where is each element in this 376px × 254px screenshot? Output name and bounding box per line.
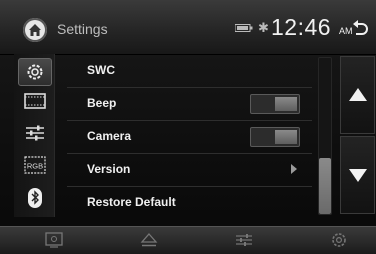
page-title: Settings <box>57 21 108 37</box>
toggle-knob <box>275 130 297 144</box>
clock-ampm: AM <box>339 26 353 36</box>
rgb-label: RGB <box>27 162 43 171</box>
settings-gear-icon[interactable] <box>330 232 348 248</box>
home-icon <box>29 24 41 36</box>
bottom-nav-bar <box>0 226 376 254</box>
setting-label: Restore Default <box>87 195 176 209</box>
scrollbar-thumb[interactable] <box>319 158 331 214</box>
setting-row-beep[interactable]: Beep <box>67 87 312 121</box>
setting-row-restore-default[interactable]: Restore Default <box>67 186 312 219</box>
arrow-up-icon <box>349 88 367 101</box>
setting-row-swc[interactable]: SWC <box>67 54 312 88</box>
setting-row-camera[interactable]: Camera <box>67 120 312 154</box>
chevron-right-icon <box>291 164 297 174</box>
header-bar: Settings ✱ 12:46 AM <box>0 0 376 55</box>
camera-toggle[interactable] <box>250 127 300 147</box>
sidebar-item-bluetooth[interactable] <box>19 184 49 210</box>
screen-off-icon[interactable] <box>45 232 63 248</box>
sidebar-item-display[interactable] <box>19 88 49 114</box>
eject-icon[interactable] <box>140 232 158 248</box>
scrollbar[interactable] <box>318 57 332 215</box>
sidebar-item-rgb[interactable]: RGB <box>19 152 49 178</box>
page-up-button[interactable] <box>340 56 375 134</box>
beep-toggle[interactable] <box>250 94 300 114</box>
arrow-down-icon <box>349 169 367 182</box>
rgb-icon: RGB <box>24 156 46 174</box>
equalizer-icon[interactable] <box>235 232 253 248</box>
settings-list: SWC Beep Camera Version Restore Default <box>67 54 312 217</box>
sliders-icon <box>26 125 44 141</box>
setting-label: Beep <box>87 96 117 110</box>
toggle-knob <box>275 97 297 111</box>
sidebar-item-audio[interactable] <box>19 120 49 146</box>
settings-category-sidebar: RGB <box>14 54 55 217</box>
clock-time: 12:46 <box>271 14 332 40</box>
setting-row-version[interactable]: Version <box>67 153 312 187</box>
bluetooth-icon <box>28 188 42 208</box>
page-down-button[interactable] <box>340 136 375 214</box>
setting-label: Version <box>87 162 131 176</box>
bluetooth-status-icon: ✱ <box>258 20 269 35</box>
battery-icon <box>235 24 253 32</box>
settings-screen: Settings ✱ 12:46 AM RGB SWC Beep Camera … <box>0 0 376 254</box>
setting-label: Camera <box>87 129 132 143</box>
sidebar-item-general[interactable] <box>18 58 52 86</box>
gear-icon <box>27 64 43 80</box>
setting-label: SWC <box>87 63 115 77</box>
back-icon[interactable] <box>352 18 370 36</box>
display-icon <box>24 93 46 109</box>
home-button[interactable] <box>23 18 47 42</box>
